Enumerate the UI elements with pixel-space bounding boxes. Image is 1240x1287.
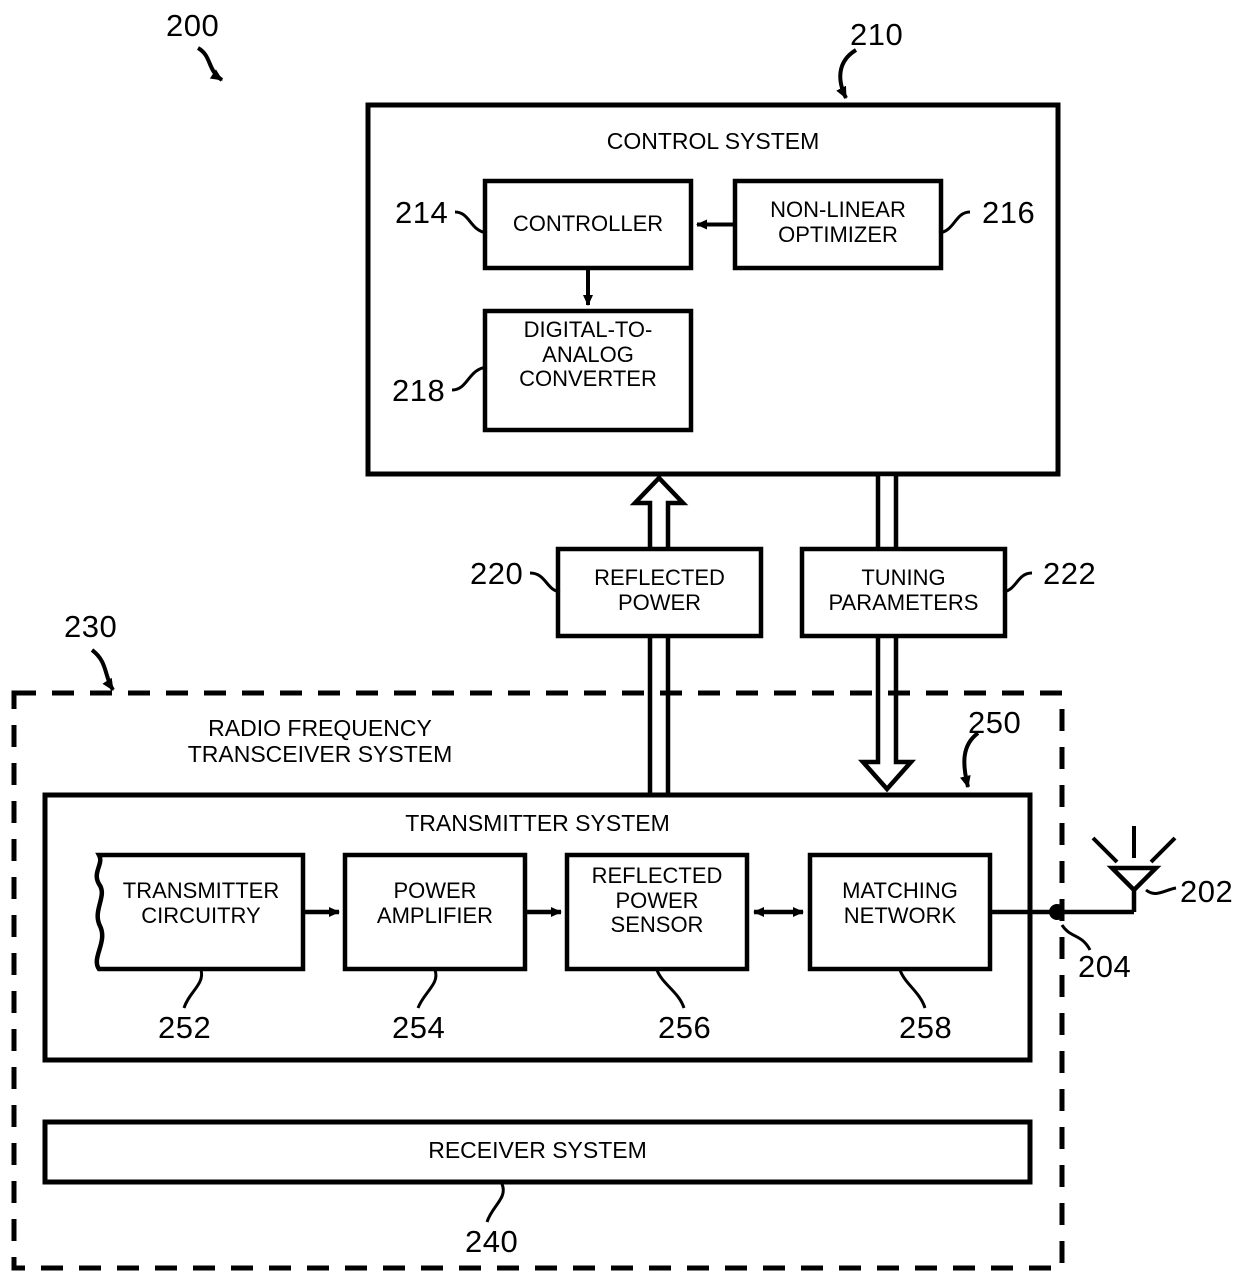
control-system-box	[365, 102, 1061, 477]
lead-256	[655, 969, 686, 1009]
diagram-vectors	[11, 46, 1177, 1271]
ref-200: 200	[166, 8, 220, 43]
matching-network-label: MATCHING NETWORK	[842, 878, 958, 928]
antenna-radiation-lines	[1091, 826, 1177, 864]
power-amplifier-label: POWER AMPLIFIER	[376, 878, 494, 928]
ref-218: 218	[392, 373, 446, 408]
ref-220: 220	[470, 556, 524, 591]
lead-202	[1145, 886, 1177, 895]
ref-240: 240	[465, 1224, 519, 1259]
lead-258	[898, 969, 927, 1009]
ref-258: 258	[899, 1010, 953, 1045]
transmitter-circuitry-label: TRANSMITTER CIRCUITRY	[122, 878, 280, 928]
nonlinear-optimizer-label: NON-LINEAR OPTIMIZER	[770, 197, 906, 247]
lead-214	[454, 210, 488, 235]
lead-222	[1002, 571, 1033, 594]
lead-252	[182, 969, 204, 1009]
lead-250	[959, 731, 980, 788]
ref-214: 214	[395, 195, 449, 230]
ref-210: 210	[850, 17, 904, 52]
lead-220	[529, 571, 561, 594]
rf-transceiver-system-title: RADIO FREQUENCY TRANSCEIVER SYSTEM	[187, 715, 453, 767]
antenna-icon	[1106, 865, 1162, 894]
lead-254	[416, 969, 438, 1009]
controller-label: CONTROLLER	[512, 211, 664, 236]
lead-216	[938, 210, 971, 235]
lead-204	[1060, 924, 1092, 951]
ref-254: 254	[392, 1010, 446, 1045]
ref-230: 230	[64, 609, 118, 644]
dac-label: DIGITAL-TO- ANALOG CONVERTER	[519, 317, 657, 392]
lead-200	[196, 46, 224, 82]
ref-250: 250	[968, 705, 1022, 740]
lead-240	[485, 1183, 505, 1223]
reflected-power-signal-label: REFLECTED POWER	[594, 565, 725, 615]
lead-210	[836, 48, 858, 99]
ref-204: 204	[1078, 949, 1132, 984]
ref-216: 216	[982, 195, 1036, 230]
reflected-power-sensor-label: REFLECTED POWER SENSOR	[591, 863, 723, 938]
tuning-parameters-signal-label: TUNING PARAMETERS	[828, 565, 979, 615]
lead-230	[90, 648, 115, 692]
antenna-node-dot	[1049, 904, 1065, 920]
transmitter-system-title: TRANSMITTER SYSTEM	[405, 810, 670, 836]
receiver-system-label: RECEIVER SYSTEM	[428, 1137, 647, 1163]
patent-figure-200: 200 CONTROL SYSTEM 210 CONTROLLER 214 NO…	[0, 0, 1240, 1287]
control-system-title: CONTROL SYSTEM	[606, 128, 820, 154]
ref-202: 202	[1180, 874, 1234, 909]
ref-256: 256	[658, 1010, 712, 1045]
ref-252: 252	[158, 1010, 212, 1045]
lead-218	[451, 365, 488, 392]
ref-222: 222	[1043, 556, 1097, 591]
